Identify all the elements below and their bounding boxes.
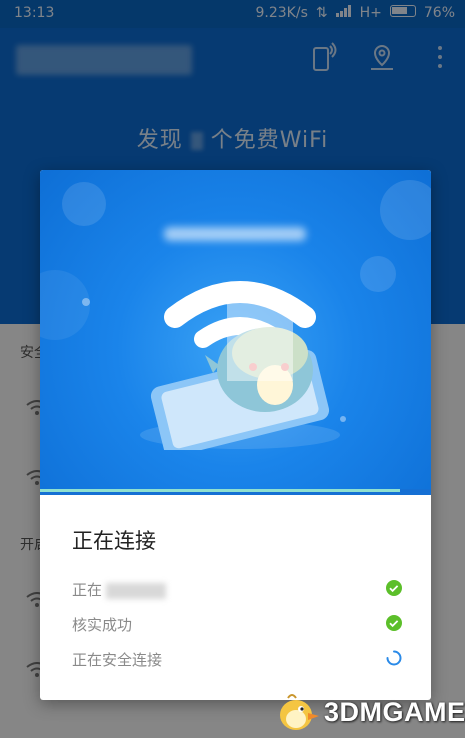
checkmark-icon — [386, 615, 402, 631]
progress-fill — [40, 489, 400, 492]
step-label: 核实成功 — [72, 616, 133, 634]
step-ssid-redacted — [106, 582, 167, 599]
checkmark-icon — [386, 580, 402, 596]
3dmgame-watermark: 3DMGAME — [274, 688, 465, 736]
duck-logo-icon — [280, 694, 319, 730]
dialog-body: 正在连接 正在 核实成功 正在安全连接 — [40, 495, 431, 700]
step-verified: 核实成功 — [72, 612, 402, 636]
step-label: 正在安全连接 — [72, 651, 163, 669]
watermark-text: 3DMGAME — [324, 696, 465, 727]
step-connecting: 正在 — [72, 577, 402, 601]
ssid-redacted — [164, 227, 306, 241]
step-secure-connect: 正在安全连接 — [72, 647, 402, 671]
connecting-dialog: 正在连接 正在 核实成功 正在安全连接 — [40, 170, 431, 700]
wifi-mascot-illustration — [140, 281, 340, 450]
loading-spinner-icon — [386, 650, 402, 666]
dialog-title: 正在连接 — [72, 529, 156, 553]
dialog-hero — [40, 170, 431, 495]
step-label: 正在 — [72, 581, 103, 599]
